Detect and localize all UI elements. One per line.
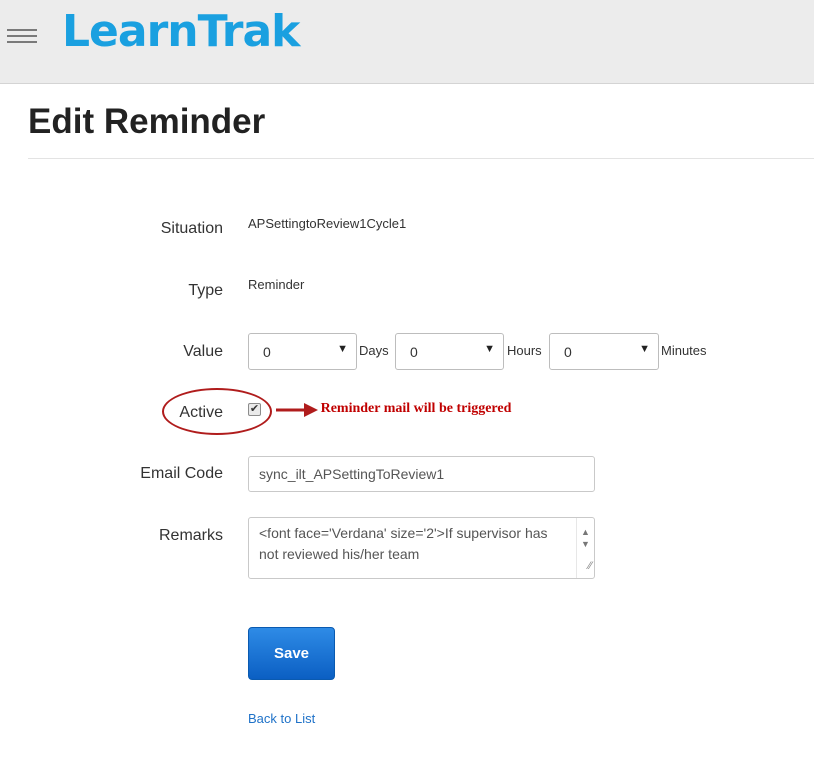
days-selected-value: 0 — [263, 344, 271, 360]
remarks-textarea[interactable]: <font face='Verdana' size='2'>If supervi… — [248, 517, 595, 579]
caret-down-icon: ▼ — [337, 343, 348, 355]
page-title: Edit Reminder — [28, 102, 266, 141]
value-label: Value — [183, 343, 223, 360]
app-header: LearnTrak — [0, 0, 814, 84]
email-code-input[interactable]: sync_ilt_APSettingToReview1 — [248, 456, 595, 492]
save-button[interactable]: Save — [248, 627, 335, 680]
type-label: Type — [188, 282, 223, 299]
minutes-selected-value: 0 — [564, 344, 572, 360]
scroll-down-icon[interactable]: ▼ — [581, 534, 590, 555]
caret-down-icon: ▼ — [639, 343, 650, 355]
email-code-label: Email Code — [140, 465, 223, 482]
caret-down-icon: ▼ — [484, 343, 495, 355]
days-unit-label: Days — [359, 343, 389, 358]
hours-selected-value: 0 — [410, 344, 418, 360]
remarks-label: Remarks — [158, 527, 223, 544]
annotation-circle — [162, 388, 272, 435]
situation-label: Situation — [160, 220, 223, 237]
days-select[interactable]: 0 ▼ — [248, 333, 357, 370]
hours-unit-label: Hours — [507, 343, 542, 358]
type-value: Reminder — [248, 277, 305, 292]
hamburger-icon[interactable] — [7, 29, 37, 45]
resize-grip-icon[interactable]: ⁄⁄ — [588, 556, 592, 577]
back-to-list-link[interactable]: Back to List — [248, 711, 315, 726]
annotation-text: Reminder mail will be triggered — [320, 401, 512, 416]
situation-value: APSettingtoReview1Cycle1 — [248, 216, 407, 231]
app-logo[interactable]: LearnTrak — [62, 6, 300, 57]
hours-select[interactable]: 0 ▼ — [395, 333, 504, 370]
title-divider — [28, 158, 814, 159]
minutes-select[interactable]: 0 ▼ — [549, 333, 659, 370]
remarks-text: <font face='Verdana' size='2'>If supervi… — [259, 525, 548, 562]
minutes-unit-label: Minutes — [661, 343, 707, 358]
